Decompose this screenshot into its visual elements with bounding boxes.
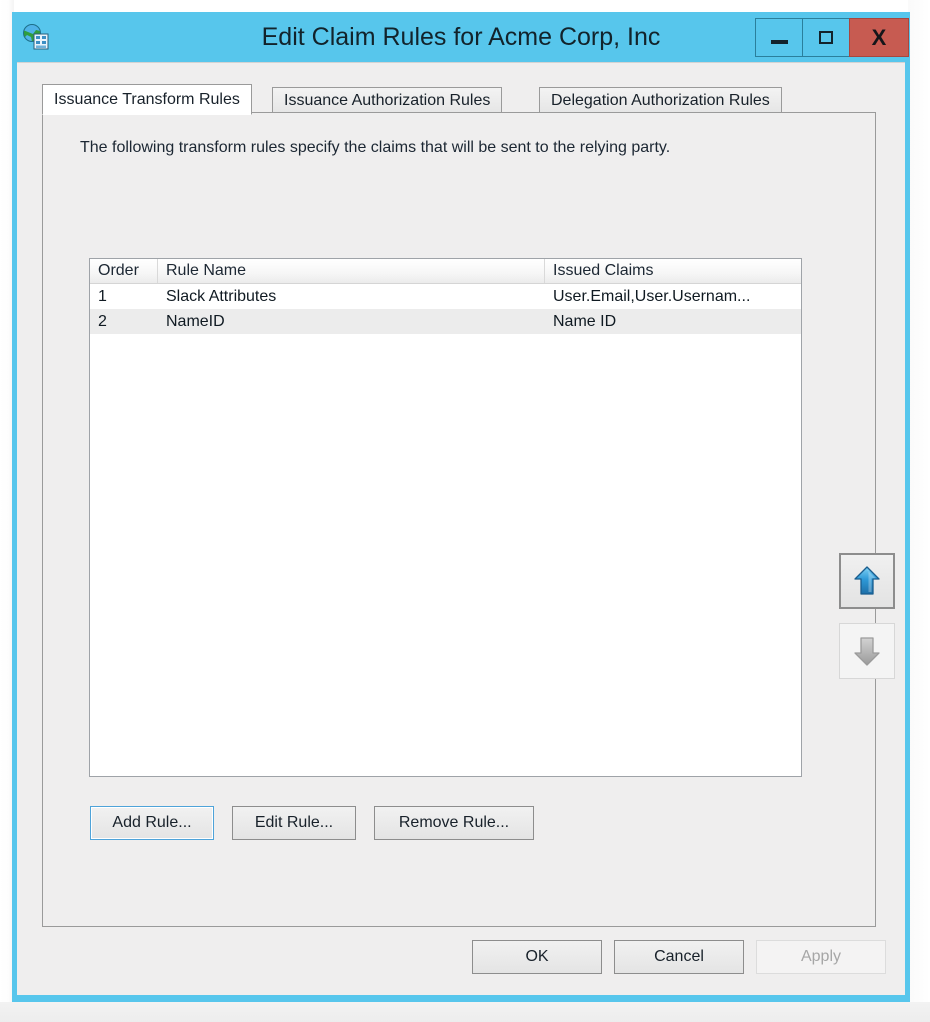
desktop-background-bottom bbox=[0, 1002, 930, 1022]
cell-order: 2 bbox=[98, 313, 107, 330]
arrow-down-icon bbox=[854, 637, 880, 666]
column-header-issued-claims[interactable]: Issued Claims bbox=[545, 259, 801, 283]
desktop-background-right bbox=[908, 0, 930, 1022]
arrow-up-icon bbox=[854, 566, 880, 595]
edit-claim-rules-dialog: Edit Claim Rules for Acme Corp, Inc X Is… bbox=[12, 12, 910, 1002]
cell-issued-claims: User.Email,User.Usernam... bbox=[553, 288, 751, 305]
rules-list[interactable]: Order Rule Name Issued Claims 1 Slack At… bbox=[89, 258, 802, 777]
table-row[interactable]: 1 Slack Attributes User.Email,User.Usern… bbox=[90, 284, 801, 309]
issuance-transform-rules-panel: The following transform rules specify th… bbox=[42, 112, 895, 927]
cell-order: 1 bbox=[98, 288, 107, 305]
close-icon: X bbox=[871, 24, 887, 50]
dialog-client-area: Issuance Transform Rules Issuance Author… bbox=[17, 62, 905, 995]
minimize-icon bbox=[770, 40, 788, 44]
edit-rule-button[interactable]: Edit Rule... bbox=[232, 806, 356, 840]
remove-rule-button[interactable]: Remove Rule... bbox=[374, 806, 534, 840]
cancel-button[interactable]: Cancel bbox=[614, 940, 744, 974]
column-header-rule-name[interactable]: Rule Name bbox=[158, 259, 545, 283]
title-bar[interactable]: Edit Claim Rules for Acme Corp, Inc X bbox=[12, 12, 910, 62]
tab-issuance-transform-rules[interactable]: Issuance Transform Rules bbox=[42, 84, 252, 115]
screen: Edit Claim Rules for Acme Corp, Inc X Is… bbox=[0, 0, 930, 1022]
apply-button[interactable]: Apply bbox=[756, 940, 886, 974]
close-button[interactable]: X bbox=[849, 18, 909, 57]
maximize-icon bbox=[819, 31, 833, 44]
cell-issued-claims: Name ID bbox=[553, 313, 617, 330]
panel-description: The following transform rules specify th… bbox=[80, 139, 671, 156]
maximize-button[interactable] bbox=[802, 18, 849, 57]
move-down-button[interactable] bbox=[839, 623, 895, 679]
window-controls: X bbox=[755, 18, 909, 57]
tab-delegation-authorization-rules[interactable]: Delegation Authorization Rules bbox=[539, 87, 782, 113]
column-header-order[interactable]: Order bbox=[90, 259, 158, 283]
rules-list-header: Order Rule Name Issued Claims bbox=[90, 259, 801, 284]
tab-issuance-authorization-rules[interactable]: Issuance Authorization Rules bbox=[272, 87, 503, 113]
ok-button[interactable]: OK bbox=[472, 940, 602, 974]
move-up-button[interactable] bbox=[839, 553, 895, 609]
table-row[interactable]: 2 NameID Name ID bbox=[90, 309, 801, 334]
add-rule-button[interactable]: Add Rule... bbox=[90, 806, 214, 840]
tab-strip: Issuance Transform Rules Issuance Author… bbox=[42, 84, 876, 115]
cell-rule-name: NameID bbox=[166, 313, 225, 330]
cell-rule-name: Slack Attributes bbox=[166, 288, 277, 305]
minimize-button[interactable] bbox=[755, 18, 802, 57]
desktop-background-top bbox=[0, 0, 930, 12]
